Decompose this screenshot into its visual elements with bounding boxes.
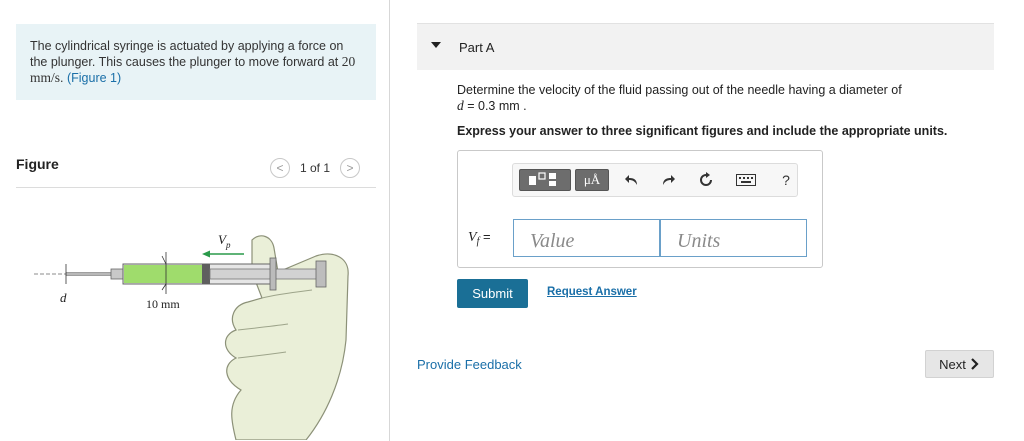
answer-box: μÅ ? Vf =: [457, 150, 823, 268]
next-figure-button[interactable]: >: [340, 158, 361, 178]
undo-icon: [625, 175, 637, 185]
templates-button[interactable]: [519, 169, 571, 191]
request-answer-link[interactable]: Request Answer: [547, 286, 637, 298]
value-input[interactable]: [513, 219, 660, 257]
part-a-header[interactable]: Part A: [417, 23, 994, 70]
question-line-1: Determine the velocity of the fluid pass…: [457, 83, 902, 97]
chevron-left-icon: <: [276, 161, 284, 175]
next-button[interactable]: Next: [925, 350, 994, 378]
units-input[interactable]: [660, 219, 807, 257]
figure-link[interactable]: (Figure 1): [67, 71, 121, 85]
templates-icon: [529, 172, 556, 186]
submit-button[interactable]: Submit: [457, 279, 528, 308]
units-button[interactable]: μÅ: [575, 169, 609, 191]
figure-pager: < 1 of 1 >: [270, 158, 361, 178]
answer-instruction: Express your answer to three significant…: [457, 124, 948, 138]
reset-button[interactable]: [695, 169, 717, 191]
barrel-diameter-label: 10 mm: [146, 297, 180, 311]
redo-button[interactable]: [657, 169, 679, 191]
figure-divider: [16, 187, 376, 188]
provide-feedback-link[interactable]: Provide Feedback: [417, 357, 522, 372]
prev-figure-button[interactable]: <: [270, 158, 290, 178]
next-label: Next: [939, 356, 966, 372]
chevron-right-icon: >: [346, 161, 354, 175]
figure-heading: Figure: [16, 156, 59, 172]
plunger-rod: [209, 268, 325, 280]
question-text: Determine the velocity of the fluid pass…: [457, 82, 902, 114]
keyboard-icon: [736, 174, 756, 186]
chevron-right-icon: [971, 358, 979, 370]
units-label: μÅ: [583, 172, 601, 187]
velocity-label: Vp: [218, 232, 231, 250]
needle: [65, 272, 112, 276]
collapse-caret-icon: [431, 42, 441, 48]
answer-toolbar: μÅ ?: [512, 163, 798, 197]
syringe-figure: Vp d 10 mm: [34, 232, 349, 440]
diameter-label: d: [60, 290, 67, 305]
part-title: Part A: [459, 40, 495, 55]
question-line-2: d = 0.3 mm .: [457, 98, 527, 113]
answer-variable-label: Vf =: [468, 229, 491, 247]
reset-icon: [700, 172, 712, 186]
figure-count: 1 of 1: [300, 161, 331, 175]
undo-button[interactable]: [621, 169, 643, 191]
problem-text: The cylindrical syringe is actuated by a…: [30, 39, 344, 69]
redo-icon: [663, 175, 675, 185]
panel-divider: [389, 0, 390, 441]
keyboard-button[interactable]: [731, 169, 761, 191]
help-button[interactable]: ?: [775, 169, 797, 191]
syringe-fluid: [124, 265, 204, 283]
help-icon: ?: [782, 172, 790, 188]
problem-statement: The cylindrical syringe is actuated by a…: [16, 24, 376, 100]
